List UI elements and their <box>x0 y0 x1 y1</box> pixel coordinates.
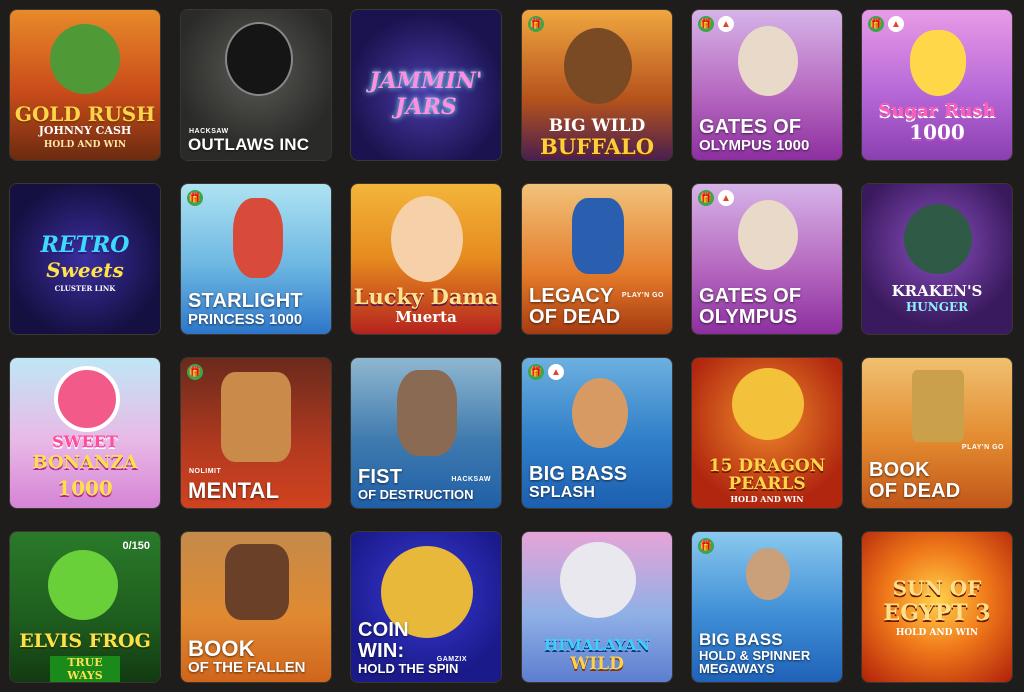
game-title: BIG BASS <box>699 629 783 649</box>
game-tagline: CLUSTER LINK <box>54 284 116 293</box>
game-tile-gold-rush[interactable]: GOLD RUSH JOHNNY CASH HOLD AND WIN <box>9 9 161 161</box>
provider-logo: NOLIMIT <box>189 468 222 475</box>
game-subtitle: TRUE WAYS <box>50 656 120 682</box>
game-subtitle: HOLD & SPINNER <box>699 647 811 663</box>
game-tile-retro-sweets[interactable]: RETRO Sweets CLUSTER LINK <box>9 183 161 335</box>
hot-icon: ▲ <box>548 364 564 380</box>
game-title: COIN <box>358 619 409 642</box>
game-tile-mental[interactable]: 🎁 NOLIMIT MENTAL <box>180 357 332 509</box>
gift-icon: 🎁 <box>698 190 714 206</box>
game-subtitle: HUNGER <box>905 300 969 314</box>
game-title: MENTAL <box>188 477 280 503</box>
hot-icon: ▲ <box>718 190 734 206</box>
game-tile-jammin-jars[interactable]: JAMMIN' JARS <box>350 9 502 161</box>
game-subtitle: OLYMPUS 1000 <box>699 137 810 155</box>
game-tile-fist-of-destruction[interactable]: HACKSAW FIST OF DESTRUCTION <box>350 357 502 509</box>
game-tile-sugar-rush-1000[interactable]: 🎁 ▲ Sugar Rush 1000 <box>861 9 1013 161</box>
gift-icon: 🎁 <box>698 538 714 554</box>
game-tagline: MEGAWAYS <box>699 661 775 677</box>
game-tile-sun-of-egypt-3[interactable]: SUN OF EGYPT 3 HOLD AND WIN <box>861 531 1013 683</box>
game-title: SWEET <box>52 432 118 451</box>
gift-icon: 🎁 <box>528 364 544 380</box>
game-tile-elvis-frog[interactable]: 0/150 ELVIS FROG TRUE WAYS <box>9 531 161 683</box>
game-title: STARLIGHT <box>188 290 303 313</box>
game-subtitle: OF DESTRUCTION <box>358 487 474 503</box>
game-title: GOLD RUSH <box>14 102 156 126</box>
game-tile-big-bass-splash[interactable]: 🎁 ▲ BIG BASS SPLASH <box>521 357 673 509</box>
game-tile-outlaws-inc[interactable]: HACKSAW OUTLAWS INC <box>180 9 332 161</box>
game-subtitle: OLYMPUS <box>699 306 798 328</box>
game-tile-krakens-hunger[interactable]: KRAKEN'S HUNGER <box>861 183 1013 335</box>
gift-icon: 🎁 <box>187 364 203 380</box>
game-title: GATES OF <box>699 116 802 139</box>
game-subtitle: Sweets <box>46 258 124 282</box>
game-tile-lucky-dama-muerta[interactable]: Lucky Dama Muerta <box>350 183 502 335</box>
game-subtitle: EGYPT 3 <box>883 600 991 626</box>
game-tile-big-bass-hold-spinner[interactable]: 🎁 BIG BASS HOLD & SPINNER MEGAWAYS <box>691 531 843 683</box>
game-tagline: HOLD AND WIN <box>43 140 127 150</box>
game-title: BIG BASS <box>529 463 628 486</box>
game-title: RETRO <box>40 232 130 258</box>
game-tile-book-of-the-fallen[interactable]: BOOK OF THE FALLEN <box>180 531 332 683</box>
game-tile-gates-of-olympus-1000[interactable]: 🎁 ▲ GATES OF OLYMPUS 1000 <box>691 9 843 161</box>
game-subtitle: OF DEAD <box>869 480 961 502</box>
game-title: Sugar Rush <box>878 100 996 121</box>
game-subtitle: OF THE FALLEN <box>188 659 306 677</box>
game-subtitle: BUFFALO <box>539 134 654 159</box>
provider-logo: PLAY'N GO <box>961 444 1004 451</box>
game-tile-coin-win[interactable]: GAMZIX COIN WIN: HOLD THE SPIN <box>350 531 502 683</box>
game-subtitle: WIN: <box>358 640 405 663</box>
game-title: KRAKEN'S <box>891 282 983 300</box>
gift-icon: 🎁 <box>698 16 714 32</box>
game-tile-starlight-princess-1000[interactable]: 🎁 STARLIGHT PRINCESS 1000 <box>180 183 332 335</box>
game-title: 15 DRAGON <box>708 456 826 476</box>
game-tagline: HOLD THE SPIN <box>358 661 459 677</box>
hot-icon: ▲ <box>718 16 734 32</box>
game-title: HIMALAYAN <box>544 636 650 654</box>
game-tagline: 1000 <box>57 476 113 500</box>
game-tile-sweet-bonanza-1000[interactable]: SWEET BONANZA 1000 <box>9 357 161 509</box>
game-tile-legacy-of-dead[interactable]: PLAY'N GO LEGACY OF DEAD <box>521 183 673 335</box>
game-title: SUN OF <box>892 576 982 600</box>
game-title: OUTLAWS INC <box>188 135 310 155</box>
game-tile-himalayan-wild[interactable]: HIMALAYAN WILD <box>521 531 673 683</box>
game-tile-big-wild-buffalo[interactable]: 🎁 BIG WILD BUFFALO <box>521 9 673 161</box>
game-grid: GOLD RUSH JOHNNY CASH HOLD AND WIN HACKS… <box>0 0 1024 692</box>
game-title: Lucky Dama <box>353 284 499 309</box>
game-subtitle: PEARLS <box>728 474 806 494</box>
game-title: FIST <box>358 466 403 489</box>
game-subtitle: WILD <box>570 654 624 674</box>
provider-logo: HACKSAW <box>189 128 229 135</box>
game-title: ELVIS FROG <box>19 630 151 652</box>
game-title: LEGACY <box>529 285 614 307</box>
game-subtitle: PRINCESS 1000 <box>188 311 303 329</box>
gift-icon: 🎁 <box>868 16 884 32</box>
game-subtitle: SPLASH <box>529 484 596 502</box>
game-subtitle: 1000 <box>909 120 965 144</box>
game-title: JAMMIN' JARS <box>369 68 483 120</box>
game-subtitle: BONANZA <box>32 452 138 473</box>
game-subtitle: Muerta <box>395 308 457 326</box>
game-title: BIG WILD <box>548 116 646 136</box>
game-tile-gates-of-olympus[interactable]: 🎁 ▲ GATES OF OLYMPUS <box>691 183 843 335</box>
gift-icon: 🎁 <box>528 16 544 32</box>
game-title: BOOK <box>188 636 255 662</box>
game-tile-15-dragon-pearls[interactable]: 15 DRAGON PEARLS HOLD AND WIN <box>691 357 843 509</box>
game-title: GATES OF <box>699 285 802 307</box>
game-tagline: HOLD AND WIN <box>730 494 804 504</box>
gift-icon: 🎁 <box>187 190 203 206</box>
play-counter: 0/150 <box>122 540 150 552</box>
game-tile-book-of-dead[interactable]: PLAY'N GO BOOK OF DEAD <box>861 357 1013 509</box>
game-subtitle: OF DEAD <box>529 306 621 328</box>
game-tagline: HOLD AND WIN <box>895 628 979 638</box>
game-subtitle: JOHNNY CASH <box>38 124 132 137</box>
game-title: BOOK <box>869 459 930 481</box>
hot-icon: ▲ <box>888 16 904 32</box>
